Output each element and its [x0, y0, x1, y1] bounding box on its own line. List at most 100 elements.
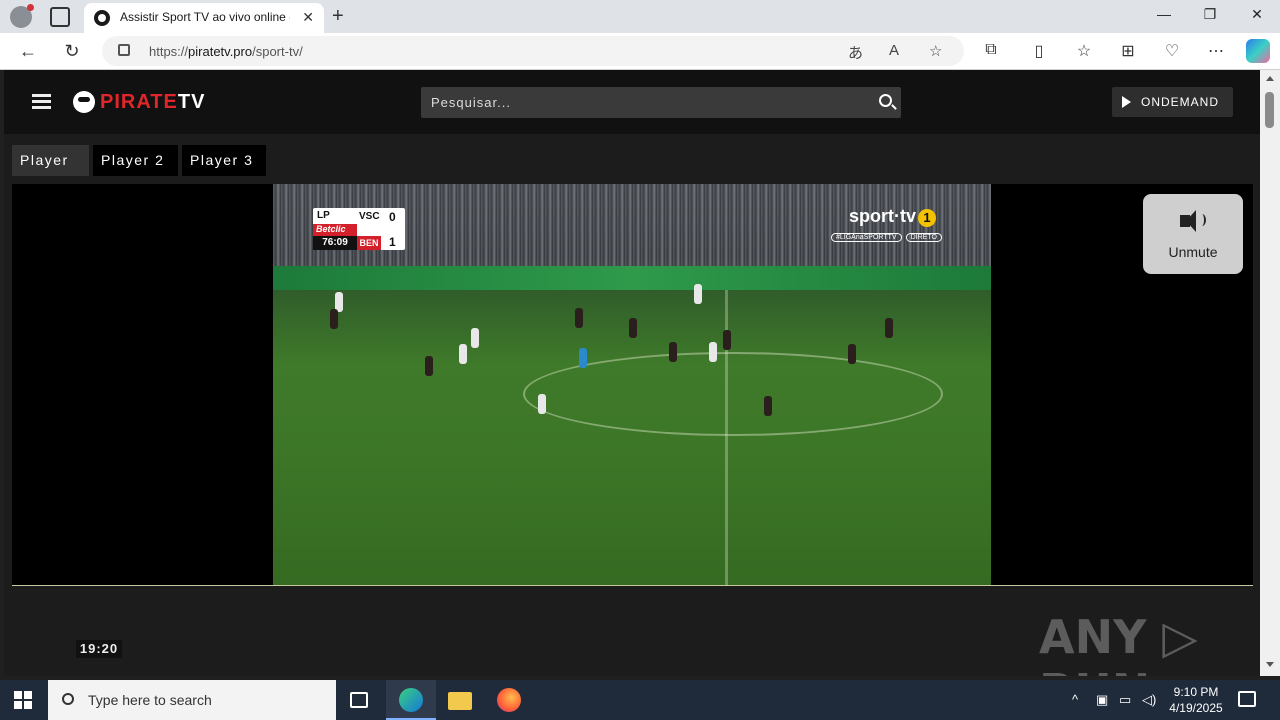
clock-time: 9:10 PM [1173, 685, 1219, 699]
lock-icon[interactable] [118, 44, 130, 56]
logo-text-pirate: PIRATE [100, 91, 178, 113]
player-figure [694, 284, 702, 304]
player-figure [471, 328, 479, 348]
profile-avatar-icon[interactable] [10, 4, 34, 28]
speaker-icon [1180, 210, 1206, 232]
player-figure [709, 342, 717, 362]
tab-title: Assistir Sport TV ao vivo online - [120, 10, 290, 24]
player-figure [885, 318, 893, 338]
site-logo[interactable]: PIRATETV [100, 91, 205, 114]
search-icon [62, 693, 74, 705]
search-icon[interactable] [879, 94, 892, 107]
live-tag: DIRETO [905, 233, 942, 242]
url-domain: piratetv.pro [188, 44, 253, 59]
tab-player-3[interactable]: Player 3 [182, 145, 266, 176]
windows-start-icon[interactable] [14, 691, 32, 709]
close-window-button[interactable]: ✕ [1242, 6, 1272, 23]
read-aloud-icon[interactable]: A [889, 42, 899, 59]
favorites-icon[interactable]: ☆ [1073, 41, 1095, 61]
windows-taskbar: Type here to search ^ ▣ ▭ ◁) 9:10 PM 4/1… [0, 680, 1280, 720]
ondemand-label: ONDEMAND [1141, 95, 1220, 109]
match-clock: 76:09 [313, 236, 357, 250]
browser-tab-active[interactable]: Assistir Sport TV ao vivo online - ✕ [84, 3, 324, 33]
refresh-icon[interactable]: ↻ [60, 41, 84, 62]
scroll-thumb[interactable] [1265, 92, 1274, 128]
unmute-button[interactable]: Unmute [1143, 194, 1243, 274]
address-bar[interactable]: https://piratetv.pro/sport-tv/ あ A ☆ [102, 36, 964, 66]
live-tags: #LIGAnaSPORTTV DIRETO [831, 233, 946, 242]
referee-figure [579, 348, 587, 368]
anyrun-watermark: ANY ▷ RUN [1039, 610, 1198, 676]
player-figure [575, 308, 583, 328]
firefox-icon[interactable] [497, 688, 521, 712]
task-view-icon[interactable] [350, 692, 368, 708]
sponsor-label: Betclic [313, 224, 357, 236]
split-screen-icon[interactable]: ▯ [1028, 41, 1050, 61]
video-frame[interactable]: LP Betclic 76:09 VSC 0 BEN 1 sport·tv 1 #… [273, 184, 991, 585]
hashtag-tag: #LIGAnaSPORTTV [831, 233, 902, 242]
more-menu-icon[interactable]: ⋯ [1205, 41, 1227, 61]
taskbar-search-label: Type here to search [88, 692, 212, 708]
file-explorer-icon[interactable] [448, 692, 472, 710]
tab-actions-icon[interactable] [50, 7, 70, 27]
system-clock[interactable]: 9:10 PM 4/19/2025 [1166, 684, 1226, 716]
tab-close-icon[interactable]: ✕ [302, 9, 314, 26]
minimize-button[interactable]: — [1149, 6, 1179, 22]
video-player[interactable]: LP Betclic 76:09 VSC 0 BEN 1 sport·tv 1 #… [12, 184, 1253, 586]
scroll-down-arrow-icon[interactable] [1266, 662, 1274, 667]
channel-name: sport·tv [849, 206, 916, 226]
page-scrollbar[interactable] [1260, 70, 1280, 676]
web-page: PIRATETV ONDEMAND Player 1 Player 2 Play… [4, 70, 1260, 676]
league-label: LP [317, 210, 330, 221]
player-figure [669, 342, 677, 362]
site-favicon-icon [94, 10, 110, 26]
player-figure [538, 394, 546, 414]
copilot-icon[interactable] [1246, 39, 1270, 63]
taskbar-search[interactable]: Type here to search [48, 680, 336, 720]
unmute-label: Unmute [1168, 244, 1218, 260]
edge-browser-icon[interactable] [399, 688, 423, 712]
home-score: 0 [389, 210, 396, 224]
browser-essentials-icon[interactable]: ♡ [1161, 41, 1183, 61]
extensions-icon[interactable]: ⧉ [980, 41, 1002, 59]
channel-number: 1 [918, 209, 936, 227]
back-arrow-icon[interactable]: ← [16, 41, 40, 62]
search-input[interactable] [421, 87, 861, 118]
translate-icon[interactable]: あ [848, 42, 863, 63]
network-icon[interactable]: ▭ [1119, 692, 1131, 708]
time-badge: 19:20 [76, 640, 122, 658]
url-scheme: https:// [149, 44, 189, 59]
url-path: /sport-tv/ [252, 44, 303, 59]
scroll-up-arrow-icon[interactable] [1266, 76, 1274, 81]
favorite-star-icon[interactable]: ☆ [929, 42, 942, 60]
restore-button[interactable]: ❐ [1195, 6, 1225, 23]
away-team: BEN [357, 236, 381, 250]
new-tab-button[interactable]: + [332, 5, 344, 28]
url-text[interactable]: https://piratetv.pro/sport-tv/ [149, 44, 303, 59]
player-figure [629, 318, 637, 338]
volume-icon[interactable]: ◁) [1142, 692, 1156, 708]
home-team: VSC [359, 211, 380, 222]
channel-logo: sport·tv 1 [849, 206, 936, 227]
player-figure [723, 330, 731, 350]
scoreboard: LP Betclic 76:09 VSC 0 BEN 1 [313, 208, 405, 250]
play-icon [1122, 96, 1131, 108]
tab-player-2[interactable]: Player 2 [93, 145, 178, 176]
site-header: PIRATETV ONDEMAND [4, 70, 1260, 134]
clock-date: 4/19/2025 [1169, 701, 1223, 715]
search-box [421, 87, 901, 118]
device-icon[interactable]: ▣ [1096, 692, 1108, 708]
browser-toolbar: ← ↻ https://piratetv.pro/sport-tv/ あ A ☆… [0, 33, 1280, 70]
collections-icon[interactable]: ⊞ [1117, 41, 1139, 61]
notification-icon[interactable] [1238, 691, 1256, 707]
logo-text-tv: TV [177, 91, 206, 113]
player-figure [848, 344, 856, 364]
tab-player-1[interactable]: Player 1 [12, 145, 89, 199]
ondemand-button[interactable]: ONDEMAND [1112, 87, 1233, 117]
player-figure [425, 356, 433, 376]
skull-logo-icon[interactable] [73, 91, 95, 113]
player-figure [459, 344, 467, 364]
advertising-boards [273, 266, 991, 290]
hamburger-menu-icon[interactable] [32, 94, 51, 109]
chevron-up-icon[interactable]: ^ [1072, 692, 1078, 707]
